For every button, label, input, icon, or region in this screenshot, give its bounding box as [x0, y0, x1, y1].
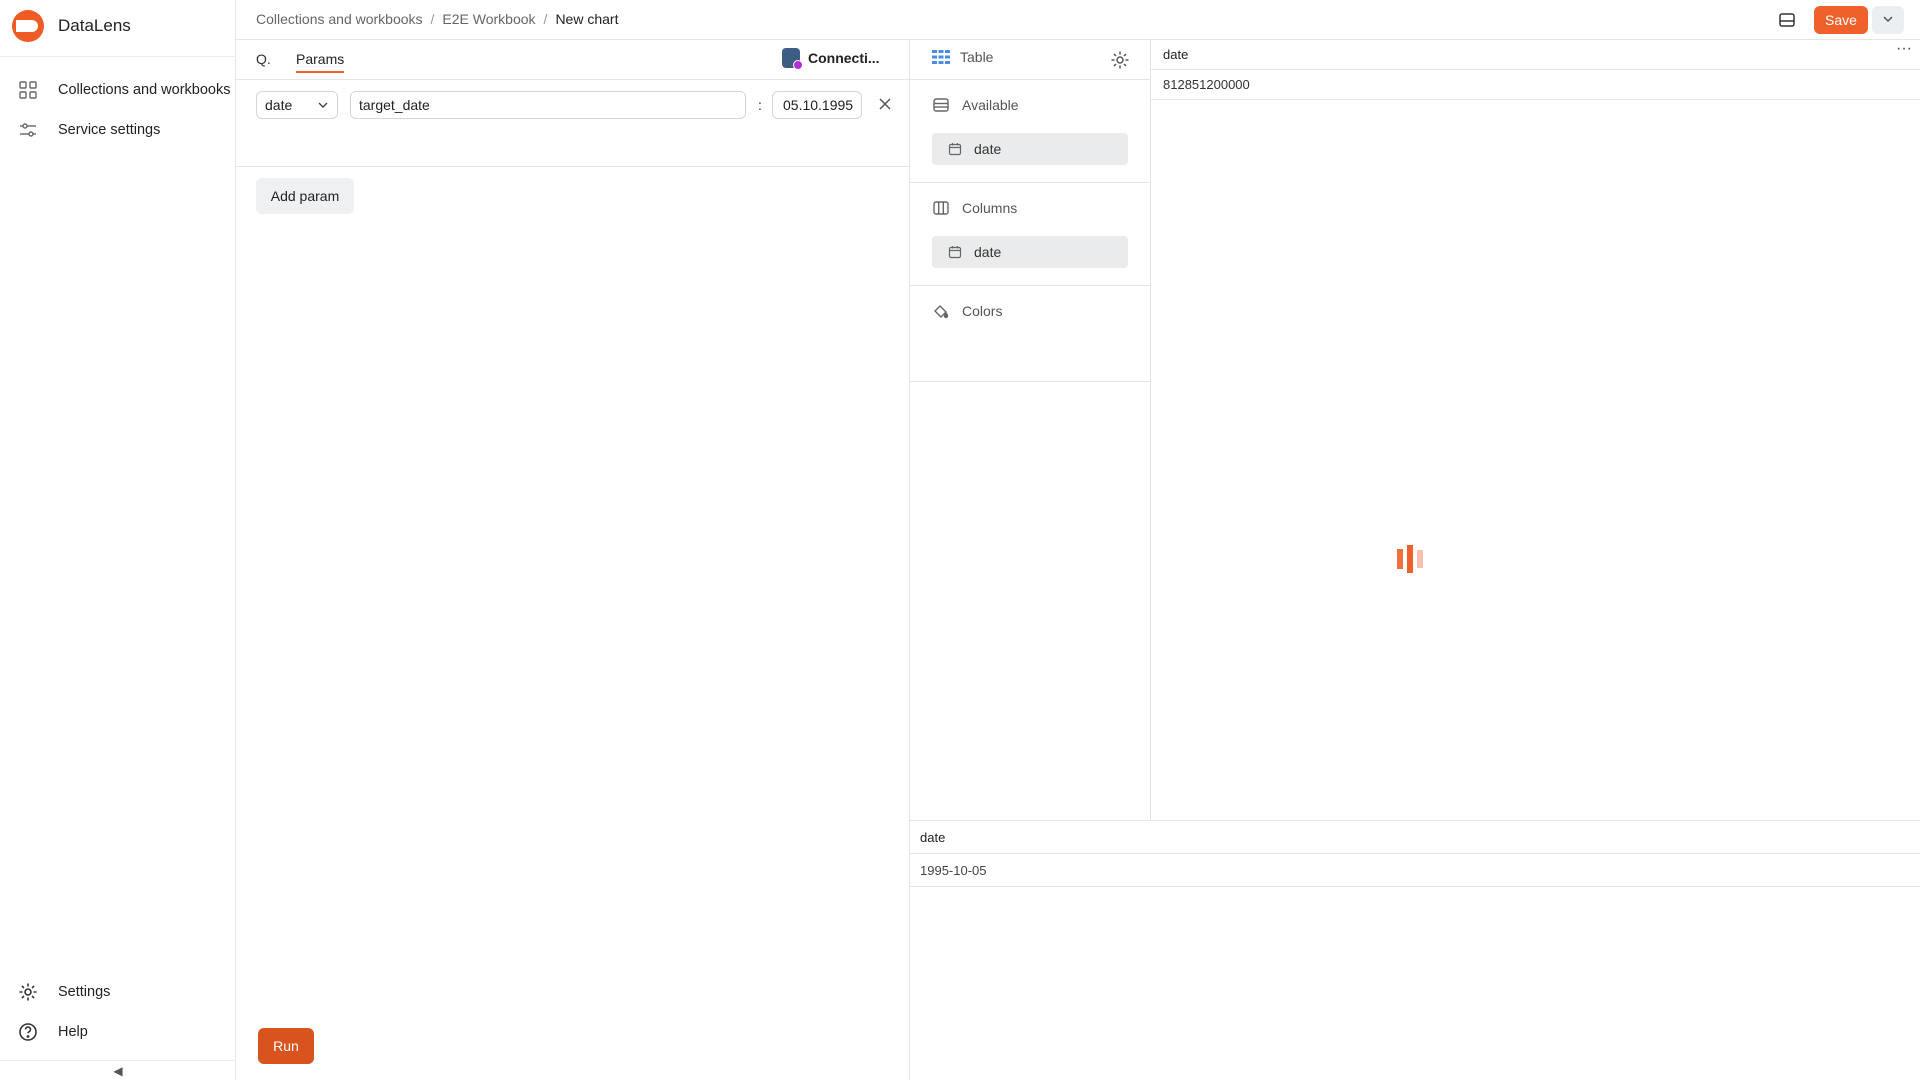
panel-layout-icon[interactable] — [1778, 11, 1796, 29]
visualization-header: Table — [910, 40, 1151, 80]
divider — [0, 56, 236, 57]
calendar-icon — [948, 246, 962, 259]
gear-icon[interactable] — [1110, 50, 1130, 70]
param-name-input[interactable]: target_date — [350, 91, 746, 119]
section-title-label: Columns — [962, 200, 1018, 216]
loader-bar — [1407, 545, 1413, 573]
loader-bar — [1417, 550, 1423, 568]
param-value-input[interactable]: 05.10.1995 — [772, 91, 862, 119]
run-button[interactable]: Run — [258, 1028, 314, 1064]
field-chip-label: date — [974, 141, 1002, 157]
field-chip-label: date — [974, 244, 1002, 260]
sidebar: DataLens Collections and workbooks Servi… — [0, 0, 236, 1080]
app-name: DataLens — [58, 16, 131, 35]
sliders-icon — [20, 123, 36, 137]
field-chip-date[interactable]: date — [932, 133, 1128, 165]
app-logo[interactable]: DataLens — [12, 10, 131, 42]
datalens-logo-icon — [12, 10, 44, 42]
breadcrumb-item[interactable]: E2E Workbook — [442, 11, 535, 27]
connection-selector[interactable]: Connecti... — [782, 48, 880, 70]
postgres-icon — [782, 48, 803, 70]
save-button[interactable]: Save — [1814, 6, 1868, 34]
preview-header-cell: date ··· — [1151, 40, 1920, 70]
table-header-cell: date — [910, 821, 1920, 854]
table-row: 812851200000 — [1151, 70, 1920, 100]
chart-preview: date ··· 812851200000 — [1151, 40, 1920, 820]
connection-label: Connecti... — [808, 50, 880, 66]
preview-header-label: date — [1163, 47, 1189, 62]
table-row: 1995-10-05 — [910, 854, 1920, 887]
tab-query[interactable]: Q. — [256, 51, 271, 67]
breadcrumb-separator: / — [543, 11, 548, 27]
breadcrumb-separator: / — [430, 11, 435, 27]
query-result-table: date 1995-10-05 — [910, 820, 1920, 1080]
breadcrumb-current: New chart — [555, 11, 619, 27]
visualization-config-panel: Table Available date Columns date Colors — [910, 40, 1151, 820]
breadcrumb: Collections and workbooks / E2E Workbook… — [256, 11, 618, 27]
sidebar-item-label: Collections and workbooks — [58, 82, 231, 98]
loader-bar — [1397, 549, 1403, 569]
table-icon — [932, 50, 950, 64]
paint-bucket-icon — [934, 305, 949, 319]
grid-icon — [19, 81, 37, 99]
param-separator: : — [758, 97, 762, 113]
sidebar-item-collections[interactable]: Collections and workbooks — [18, 80, 230, 100]
sidebar-item-label: Service settings — [58, 122, 161, 138]
field-chip-date[interactable]: date — [932, 236, 1128, 268]
param-type-value: date — [265, 97, 293, 113]
sidebar-item-service-settings[interactable]: Service settings — [18, 120, 160, 140]
sidebar-item-label: Settings — [58, 984, 111, 1000]
sidebar-collapse-button[interactable]: ◀ — [0, 1060, 236, 1080]
close-icon — [879, 98, 891, 110]
visualization-label: Table — [960, 49, 994, 65]
visualization-selector[interactable]: Table — [932, 49, 993, 65]
section-available: Available date — [910, 80, 1151, 183]
loading-spinner — [1397, 545, 1423, 573]
section-title-label: Colors — [962, 303, 1003, 319]
sidebar-item-settings[interactable]: Settings — [18, 982, 110, 1002]
remove-param-button[interactable] — [878, 95, 892, 116]
query-tabs: Q. Params Connecti... — [236, 40, 910, 80]
sidebar-item-help[interactable]: Help — [18, 1022, 88, 1042]
section-title: Columns — [932, 199, 1017, 217]
list-icon — [933, 98, 949, 112]
gear-icon — [19, 983, 37, 1001]
help-icon — [19, 1023, 37, 1041]
chevron-down-icon — [1883, 15, 1893, 22]
chevron-down-icon — [318, 102, 328, 108]
calendar-icon — [948, 143, 962, 156]
top-bar: Collections and workbooks / E2E Workbook… — [236, 0, 1920, 40]
section-title-label: Available — [962, 97, 1019, 113]
sidebar-item-label: Help — [58, 1024, 88, 1040]
param-type-select[interactable]: date — [256, 91, 338, 119]
columns-icon — [933, 201, 949, 215]
section-colors: Colors — [910, 286, 1151, 382]
tab-params[interactable]: Params — [296, 51, 345, 73]
save-options-button[interactable] — [1872, 6, 1904, 34]
divider — [236, 166, 910, 167]
add-param-button[interactable]: Add param — [256, 178, 354, 214]
breadcrumb-item[interactable]: Collections and workbooks — [256, 11, 423, 27]
section-title: Colors — [932, 302, 1002, 320]
section-title: Available — [932, 96, 1019, 114]
query-panel: Q. Params Connecti... date target_date :… — [236, 40, 910, 1080]
more-options-icon[interactable]: ··· — [1896, 40, 1912, 58]
section-columns: Columns date — [910, 183, 1151, 286]
